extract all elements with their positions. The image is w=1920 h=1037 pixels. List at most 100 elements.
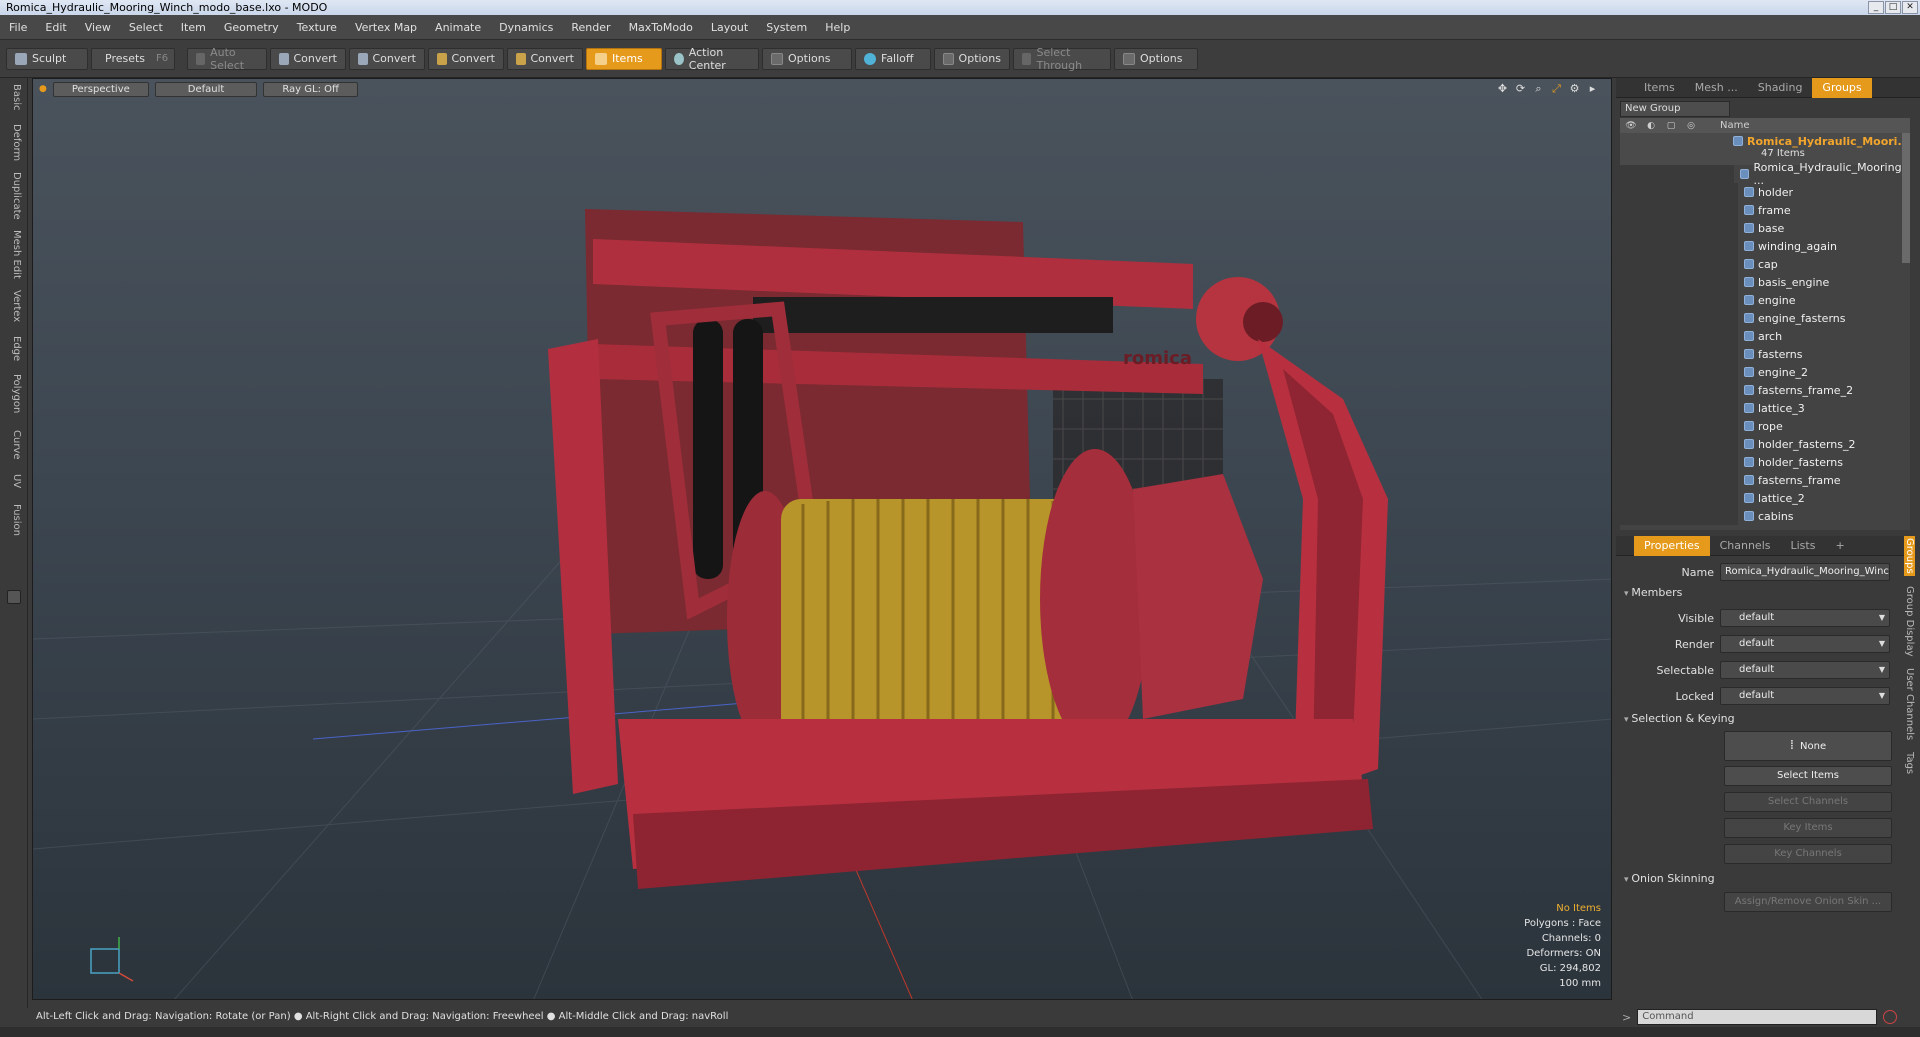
tree-item-row[interactable]: basis_engine <box>1620 273 1910 291</box>
selection-keying-section[interactable]: Selection & Keying <box>1624 712 1734 725</box>
auto-select-button[interactable]: Auto Select <box>187 46 267 72</box>
select-icon[interactable]: ◎ <box>1684 121 1698 131</box>
tree-item-row[interactable]: holder_fasterns <box>1620 453 1910 471</box>
menu-maxtomodo[interactable]: MaxToModo <box>620 21 702 34</box>
menu-help[interactable]: Help <box>816 21 859 34</box>
side-tab-group-display[interactable]: Group Display <box>1904 584 1915 658</box>
items-mode-button[interactable]: Items <box>586 47 662 70</box>
menu-vertex-map[interactable]: Vertex Map <box>346 21 426 34</box>
command-input[interactable]: Command <box>1637 1009 1878 1025</box>
tree-item-row[interactable]: fasterns_frame <box>1620 471 1910 489</box>
winch-model[interactable]: romica <box>548 209 1388 889</box>
select-through-button[interactable]: Select Through <box>1013 46 1111 72</box>
onion-skinning-section[interactable]: Onion Skinning <box>1624 872 1714 885</box>
tab-channels[interactable]: Channels <box>1710 536 1781 556</box>
render-icon[interactable]: ◐ <box>1644 121 1658 131</box>
record-icon[interactable] <box>1883 1010 1898 1024</box>
tree-item-row[interactable]: Romica_Hydraulic_Mooring ... <box>1620 161 1910 187</box>
tree-item-row[interactable]: lattice_2 <box>1620 489 1910 507</box>
tab-groups[interactable]: Groups <box>1812 77 1872 98</box>
menu-edit[interactable]: Edit <box>36 21 75 34</box>
select-items-button[interactable]: Select Items <box>1724 766 1892 786</box>
presets-button[interactable]: Presets F6 <box>91 47 175 70</box>
key-items-button[interactable]: Key Items <box>1724 818 1892 838</box>
tab-lists[interactable]: Lists <box>1781 536 1826 556</box>
tab-items[interactable]: Items <box>1634 78 1685 98</box>
convert-vertex-button[interactable]: Convert <box>270 47 346 70</box>
tree-item-row[interactable]: fasterns <box>1620 345 1910 363</box>
tab-mesh[interactable]: Mesh ... <box>1685 78 1748 98</box>
group-name-field[interactable]: Romica_Hydraulic_Mooring_Winc <box>1720 563 1890 581</box>
menu-texture[interactable]: Texture <box>288 21 346 34</box>
menu-animate[interactable]: Animate <box>426 21 490 34</box>
tree-item-row[interactable]: lattice_3 <box>1620 399 1910 417</box>
tab-uv[interactable]: UV <box>6 474 22 488</box>
menu-render[interactable]: Render <box>562 21 619 34</box>
tab-duplicate[interactable]: Duplicate <box>6 172 22 220</box>
3d-viewport[interactable]: ● Perspective Default Ray GL: Off ✥ ⟳ ⌕ … <box>32 78 1612 1000</box>
tab-edge[interactable]: Edge <box>6 336 22 361</box>
tree-item-row[interactable]: winding_again <box>1620 237 1910 255</box>
locked-select[interactable]: default ▼ <box>1720 687 1890 705</box>
tree-scrollbar[interactable] <box>1902 133 1910 263</box>
tree-item-row[interactable]: cap <box>1620 255 1910 273</box>
select-through-options-button[interactable]: Options <box>1114 47 1198 70</box>
tree-item-row[interactable]: arch <box>1620 327 1910 345</box>
close-icon[interactable]: ✕ <box>1902 1 1918 14</box>
tab-fusion[interactable]: Fusion <box>6 504 22 536</box>
menu-layout[interactable]: Layout <box>702 21 757 34</box>
tree-item-row[interactable]: cabins <box>1620 507 1910 525</box>
tab-polygon[interactable]: Polygon <box>6 374 22 413</box>
tab-properties[interactable]: Properties <box>1634 535 1710 556</box>
select-channels-button[interactable]: Select Channels <box>1724 792 1892 812</box>
onion-skin-button[interactable]: Assign/Remove Onion Skin ... <box>1724 892 1892 912</box>
tree-item-row[interactable]: holder_fasterns_2 <box>1620 435 1910 453</box>
tree-item-row[interactable]: engine_2 <box>1620 363 1910 381</box>
visible-select[interactable]: default ▼ <box>1720 609 1890 627</box>
tab-basic[interactable]: Basic <box>6 84 22 110</box>
tab-shading[interactable]: Shading <box>1748 78 1813 98</box>
lock-icon[interactable]: ▢ <box>1664 121 1678 131</box>
side-tab-user-channels[interactable]: User Channels <box>1904 666 1915 742</box>
action-center-options-button[interactable]: Options <box>762 47 852 70</box>
tree-item-row[interactable]: rope <box>1620 417 1910 435</box>
panel-toggle-button[interactable] <box>7 590 21 604</box>
eye-icon[interactable]: 👁 <box>1624 121 1638 131</box>
sculpt-button[interactable]: Sculpt <box>6 47 88 70</box>
side-tab-groups[interactable]: Groups <box>1904 536 1915 576</box>
maximize-icon[interactable]: □ <box>1885 1 1901 14</box>
menu-select[interactable]: Select <box>120 21 172 34</box>
selection-none-button[interactable]: ⁞ None <box>1724 731 1892 761</box>
selectable-select[interactable]: default ▼ <box>1720 661 1890 679</box>
tree-item-row[interactable]: engine_fasterns <box>1620 309 1910 327</box>
add-tab-button[interactable]: + <box>1825 536 1854 556</box>
members-section[interactable]: Members <box>1624 586 1682 599</box>
convert-edge-button[interactable]: Convert <box>349 47 425 70</box>
render-select[interactable]: default ▼ <box>1720 635 1890 653</box>
new-group-button[interactable]: New Group <box>1620 101 1730 117</box>
convert-polygon-button[interactable]: Convert <box>428 47 504 70</box>
tab-mesh-edit[interactable]: Mesh Edit <box>6 230 22 279</box>
tab-deform[interactable]: Deform <box>6 124 22 161</box>
key-channels-button[interactable]: Key Channels <box>1724 844 1892 864</box>
minimize-icon[interactable]: _ <box>1868 1 1884 14</box>
tree-item-row[interactable]: fasterns_frame_2 <box>1620 381 1910 399</box>
tree-item-row[interactable]: holder <box>1620 183 1910 201</box>
menu-view[interactable]: View <box>76 21 120 34</box>
menu-item[interactable]: Item <box>172 21 215 34</box>
name-column-header[interactable]: Name <box>1710 120 1750 131</box>
convert-material-button[interactable]: Convert <box>507 47 583 70</box>
menu-geometry[interactable]: Geometry <box>215 21 288 34</box>
action-center-button[interactable]: Action Center <box>665 46 759 72</box>
side-tab-tags[interactable]: Tags <box>1904 750 1915 776</box>
menu-file[interactable]: File <box>0 21 36 34</box>
menu-dynamics[interactable]: Dynamics <box>490 21 562 34</box>
tree-item-row[interactable]: frame <box>1620 201 1910 219</box>
falloff-button[interactable]: Falloff <box>855 47 931 70</box>
tree-item-row[interactable]: base <box>1620 219 1910 237</box>
falloff-options-button[interactable]: Options <box>934 47 1010 70</box>
tab-vertex[interactable]: Vertex <box>6 290 22 322</box>
menu-system[interactable]: System <box>757 21 816 34</box>
tab-curve[interactable]: Curve <box>6 430 22 460</box>
tree-item-row[interactable]: engine <box>1620 291 1910 309</box>
